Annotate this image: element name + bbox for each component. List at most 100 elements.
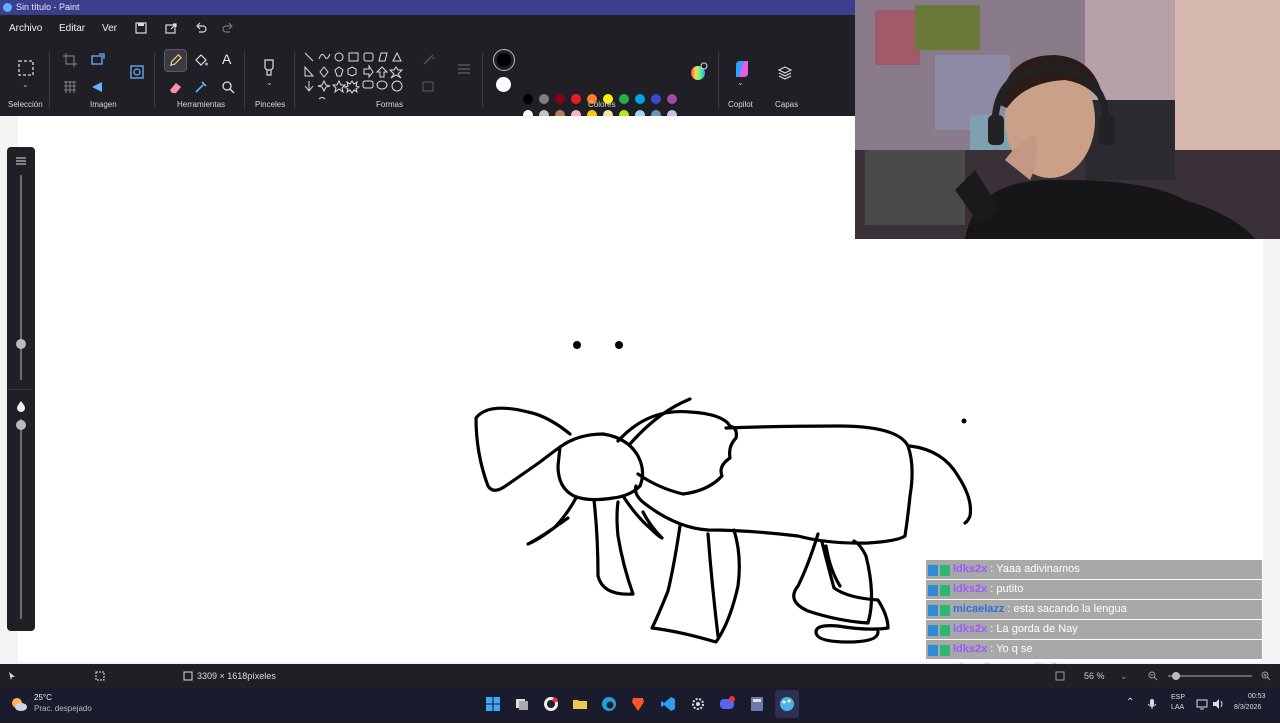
save-icon[interactable] [134,21,148,35]
chat-username[interactable]: ldks2x : La gorda de Nay [953,620,1078,639]
size-icon[interactable] [456,61,472,77]
rotate-icon[interactable] [90,79,106,95]
group-label-selection: Selección [8,100,43,109]
chevron-down-icon[interactable]: ⌄ [1120,664,1128,688]
size-icon [16,157,26,165]
fill-bucket-icon[interactable] [193,52,209,68]
divider [9,389,33,390]
chevron-up-icon[interactable]: ⌃ [1126,697,1134,708]
chat-badge-icon [928,584,950,596]
undo-icon[interactable] [194,21,208,35]
chevron-down-icon[interactable]: ⌄ [22,80,29,89]
outline-icon[interactable] [421,52,437,68]
menu-view[interactable]: Ver [102,23,117,34]
color-swatch[interactable] [651,94,661,104]
size-slider-track[interactable] [20,175,22,380]
title-bar: Sin título - Paint [0,0,855,15]
windows-start-icon[interactable] [485,696,501,712]
resize-icon[interactable] [90,52,106,68]
divider [718,51,719,109]
color-picker-icon[interactable] [193,79,209,95]
brave-icon[interactable] [630,696,646,712]
weather-condition[interactable]: Prac. despejado [34,704,92,713]
clock-time[interactable]: 00:53 [1248,693,1266,700]
zoom-out-icon[interactable] [1148,671,1158,681]
edit-colors-icon[interactable] [689,62,709,82]
color-swatch[interactable] [667,94,677,104]
file-explorer-icon[interactable] [572,696,588,712]
language-code[interactable]: ESP [1171,694,1185,701]
color-swatch[interactable] [619,94,629,104]
layers-icon[interactable] [777,65,793,81]
chat-username[interactable]: ldks2x : Yo q se [953,640,1033,659]
brush-size-panel [7,147,35,631]
weather-icon[interactable] [10,695,28,713]
vscode-icon[interactable] [660,696,676,712]
eraser-icon[interactable] [167,79,183,95]
group-label-layers: Capas [775,100,799,109]
webcam-overlay [855,0,1280,239]
share-icon[interactable] [164,21,178,35]
pattern-icon[interactable] [62,79,78,95]
chat-message: ldks2x : putito [926,580,1262,599]
microphone-icon[interactable] [1146,698,1158,710]
brush-icon[interactable] [261,58,277,78]
menu-file[interactable]: Archivo [9,23,42,34]
clock-date[interactable]: 8/3/2026 [1234,704,1261,711]
paint-taskbar-icon[interactable] [779,696,795,712]
chat-message: ldks2x : Yaaa adivinamos [926,560,1262,579]
color-swatch[interactable] [539,94,549,104]
color-swatch[interactable] [635,94,645,104]
chevron-down-icon[interactable]: ⌄ [737,78,744,87]
color-swatch[interactable] [523,94,533,104]
copilot-icon[interactable] [732,59,752,79]
fill-icon[interactable] [421,79,437,95]
secondary-color-button[interactable] [496,77,511,92]
keyboard-layout[interactable]: LAA [1171,704,1184,711]
opacity-slider-thumb[interactable] [16,420,26,430]
group-label-copilot: Copilot [728,100,753,109]
magnifier-icon[interactable] [220,79,236,95]
chat-username[interactable]: ldks2x : putito [953,580,1023,599]
size-slider-thumb[interactable] [16,339,26,349]
network-icon[interactable] [1196,698,1208,710]
zoom-level[interactable]: 56 % [1084,664,1105,688]
color-swatch[interactable] [555,94,565,104]
chat-message: micaelazz : esta sacando la lengua [926,600,1262,619]
chat-text: Yo q se [996,643,1033,655]
text-tool-icon[interactable]: A [222,51,231,67]
menu-bar: Archivo Editar Ver [0,15,855,43]
zoom-slider-track[interactable] [1168,675,1252,677]
menu-edit[interactable]: Editar [59,23,85,34]
chevron-down-icon[interactable]: ⌄ [266,78,273,87]
volume-icon[interactable] [1212,698,1224,710]
task-view-icon[interactable] [514,696,530,712]
zoom-in-icon[interactable] [1261,671,1271,681]
crop-icon[interactable] [62,52,78,68]
zoom-slider-thumb[interactable] [1172,672,1180,680]
pencil-icon [169,54,182,67]
webcam-video [855,0,1280,239]
color-swatch[interactable] [571,94,581,104]
weather-temp[interactable]: 25°C [34,693,52,702]
settings-icon[interactable] [690,696,706,712]
chat-username[interactable]: micaelazz : esta sacando la lengua [953,600,1127,619]
status-bar: 3309 × 1618píxeles 56 % ⌄ [0,664,1280,688]
calculator-icon[interactable] [749,696,765,712]
fit-to-window-icon[interactable] [1055,671,1065,681]
image-select-icon[interactable] [129,64,145,80]
window-title: Sin título - Paint [16,2,80,12]
chat-separator: : [1004,603,1014,615]
windows-taskbar: 25°C Prac. despejado ⌃ ESP LAA 00:53 8/3… [0,688,1280,720]
selection-icon[interactable] [17,59,35,77]
pencil-tool-button[interactable] [164,49,187,72]
opacity-slider-track[interactable] [20,419,22,619]
shapes-gallery[interactable] [302,51,406,101]
edge-icon[interactable] [601,696,617,712]
primary-color-button[interactable] [493,49,515,71]
divider [244,51,245,109]
github-icon[interactable] [543,696,559,712]
discord-icon[interactable] [719,696,735,712]
redo-icon[interactable] [221,21,235,35]
chat-username[interactable]: ldks2x : Yaaa adivinamos [953,560,1080,579]
